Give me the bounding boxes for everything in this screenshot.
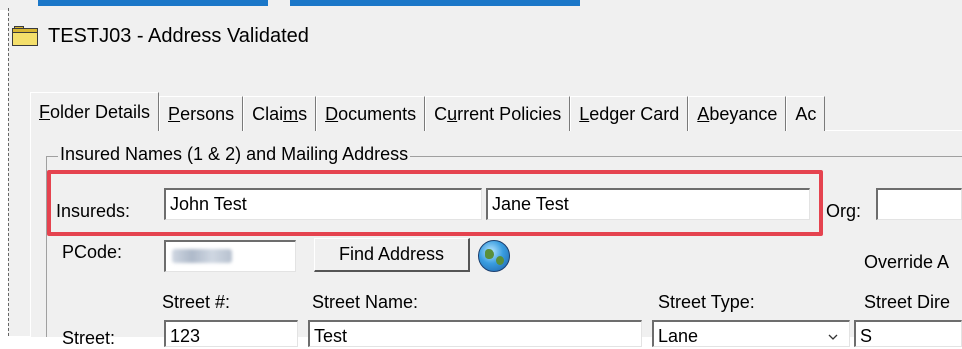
tab-ledger-card[interactable]: Ledger Card xyxy=(570,96,689,131)
globe-icon[interactable] xyxy=(478,240,510,272)
tab-ac[interactable]: Ac xyxy=(786,96,826,131)
highlight-box xyxy=(47,170,823,236)
tab-claims[interactable]: Clai m s xyxy=(243,96,317,131)
tab-documents[interactable]: Documents xyxy=(316,96,426,131)
window-title: TESTJ03 - Address Validated xyxy=(48,24,309,47)
tab-strip: Folder Details Persons Clai m s Documents Cu rr… xyxy=(30,92,826,131)
tab-folder-details[interactable]: Folder Details xyxy=(30,92,160,131)
street-type-header: Street Type: xyxy=(658,292,755,312)
group-legend: Insured Names (1 & 2) and Mailing Addres… xyxy=(58,144,411,165)
folder-icon xyxy=(12,26,38,46)
street-number-field[interactable]: 123 xyxy=(164,320,298,347)
street-direction-header: Street Dire xyxy=(864,292,951,312)
pcode-label: PCode: xyxy=(62,242,123,262)
street-name-header: Street Name: xyxy=(312,292,419,312)
org-field[interactable] xyxy=(876,188,962,220)
street-name-field[interactable]: Test xyxy=(308,320,642,347)
find-address-button[interactable]: Find Address xyxy=(314,238,470,272)
redacted-postal-code xyxy=(172,249,232,263)
tab-persons[interactable]: Persons xyxy=(159,96,244,131)
org-label: Org: xyxy=(826,201,862,221)
tab-abeyance[interactable]: Abeyance xyxy=(688,96,787,131)
chevron-down-icon[interactable] xyxy=(828,334,838,340)
street-direction-field[interactable]: S xyxy=(854,320,962,347)
street-number-header: Street #: xyxy=(162,292,231,312)
background-window-edge xyxy=(290,0,580,6)
title-bar: TESTJ03 - Address Validated xyxy=(12,20,309,52)
override-address-label: Override A xyxy=(864,252,950,272)
street-type-select[interactable]: Lane xyxy=(652,320,850,347)
tab-current-policies[interactable]: Cu rrent Policies xyxy=(425,96,571,131)
background-window-edge xyxy=(38,0,268,6)
street-label: Street: xyxy=(62,328,116,348)
